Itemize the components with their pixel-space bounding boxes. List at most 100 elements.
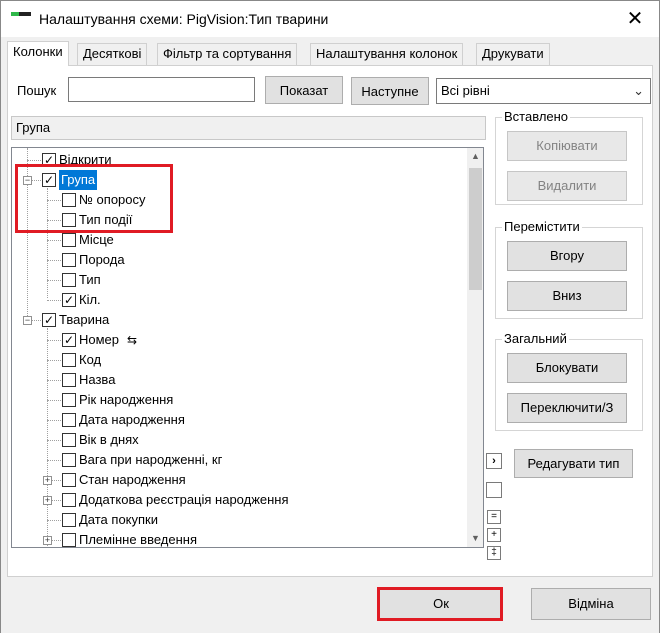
tree-node[interactable]: Назва (12, 370, 462, 390)
option-checkbox[interactable] (486, 482, 502, 498)
tree-checkbox[interactable] (62, 533, 76, 547)
tree-checkbox[interactable] (62, 393, 76, 407)
tree-checkbox[interactable] (62, 473, 76, 487)
equal-button[interactable]: = (487, 510, 501, 524)
dialog-footer: Ок Відміна (1, 579, 659, 633)
tree-node[interactable]: ✓ Номер ⇆ (12, 330, 462, 350)
sort-icon: ⇆ (127, 333, 138, 347)
tree-node[interactable]: Місце (12, 230, 462, 250)
tree-node-label: Додаткова реєстрація народження (79, 492, 289, 507)
tree-node-label: Тип (79, 272, 101, 287)
tree-node[interactable]: Порода (12, 250, 462, 270)
settings-dialog: Налаштування схеми: PigVision:Тип тварин… (0, 0, 660, 633)
expand-icon[interactable]: + (43, 536, 52, 545)
tree-node[interactable]: Вік в днях (12, 430, 462, 450)
collapse-icon[interactable]: − (23, 316, 32, 325)
tree-node-label: Номер (79, 332, 120, 347)
tree-checkbox[interactable]: ✓ (42, 173, 56, 187)
tree-checkbox[interactable] (62, 513, 76, 527)
copy-button[interactable]: Копіювати (507, 131, 627, 161)
tree-line (47, 420, 61, 421)
tree-checkbox[interactable]: ✓ (42, 313, 56, 327)
tree-node[interactable]: № опоросу (12, 190, 462, 210)
scroll-up-icon[interactable]: ▲ (467, 148, 483, 165)
close-button[interactable]: ✕ (615, 5, 655, 33)
tree-node-label: Відкрити (59, 152, 112, 167)
tree-checkbox[interactable] (62, 193, 76, 207)
plus-button[interactable]: + (487, 528, 501, 542)
search-input[interactable] (68, 77, 255, 102)
tree-checkbox[interactable] (62, 373, 76, 387)
tree-checkbox[interactable] (62, 413, 76, 427)
double-dagger-button[interactable]: ‡ (487, 546, 501, 560)
tree-checkbox[interactable]: ✓ (62, 293, 76, 307)
tab-decimals[interactable]: Десяткові (77, 43, 148, 65)
expand-icon[interactable]: + (43, 476, 52, 485)
tree-node[interactable]: Дата народження (12, 410, 462, 430)
tree-node[interactable]: Код (12, 350, 462, 370)
app-icon (11, 12, 31, 26)
tree-checkbox[interactable]: ✓ (42, 153, 56, 167)
tree-node[interactable]: + Племінне введення (12, 530, 462, 547)
tree-node-label: Назва (79, 372, 116, 387)
tree-checkbox[interactable] (62, 353, 76, 367)
show-button[interactable]: Показат (265, 76, 343, 104)
tree-checkbox[interactable] (62, 233, 76, 247)
tree-node[interactable]: − ✓ Група (12, 170, 462, 190)
edit-type-button[interactable]: Редагувати тип (514, 449, 633, 478)
tree-node[interactable]: + Додаткова реєстрація народження (12, 490, 462, 510)
tree-node-label: Дата народження (79, 412, 185, 427)
delete-button[interactable]: Видалити (507, 171, 627, 201)
tree-node[interactable]: + Стан народження (12, 470, 462, 490)
tree-line (47, 220, 61, 221)
tree-line (47, 380, 61, 381)
expand-icon[interactable]: + (43, 496, 52, 505)
tree-node[interactable]: Рік народження (12, 390, 462, 410)
block-button[interactable]: Блокувати (507, 353, 627, 383)
move-up-button[interactable]: Вгору (507, 241, 627, 271)
tree-checkbox[interactable]: ✓ (62, 333, 76, 347)
tree-checkbox[interactable] (62, 453, 76, 467)
tree-checkbox[interactable] (62, 493, 76, 507)
tree-checkbox[interactable] (62, 273, 76, 287)
tree-node-label: Вік в днях (79, 432, 139, 447)
tab-print[interactable]: Друкувати (476, 43, 550, 65)
expand-arrow-button[interactable]: › (486, 453, 502, 469)
tree-checkbox[interactable] (62, 433, 76, 447)
tree-node[interactable]: ✓ Кіл. (12, 290, 462, 310)
scroll-down-icon[interactable]: ▼ (467, 530, 483, 547)
tree-node-label: Вага при народженні, кг (79, 452, 223, 467)
tab-columns[interactable]: Колонки (7, 41, 69, 66)
tree-checkbox[interactable] (62, 253, 76, 267)
tree-checkbox[interactable] (62, 213, 76, 227)
tab-filter-sort[interactable]: Фільтр та сортування (157, 43, 298, 65)
next-button[interactable]: Наступне (351, 77, 429, 105)
toggle-button[interactable]: Переключити/З (507, 393, 627, 423)
tree-line (47, 300, 61, 301)
tab-column-settings[interactable]: Налаштування колонок (310, 43, 464, 65)
tree-line (27, 160, 41, 161)
collapse-icon[interactable]: − (23, 176, 32, 185)
scroll-thumb[interactable] (469, 168, 482, 290)
tree-node-label: Дата покупки (79, 512, 158, 527)
move-down-button[interactable]: Вниз (507, 281, 627, 311)
tree-node[interactable]: − ✓ Тварина (12, 310, 462, 330)
tree-node[interactable]: ✓ Відкрити (12, 150, 462, 170)
tree-node[interactable]: Тип (12, 270, 462, 290)
tree-line (47, 360, 61, 361)
tree-scrollbar[interactable]: ▲ ▼ (467, 148, 483, 547)
tree-node[interactable]: Тип події (12, 210, 462, 230)
tree-node-label: № опоросу (79, 192, 146, 207)
tree-line (47, 340, 61, 341)
tree-line (47, 460, 61, 461)
tree-node[interactable]: Дата покупки (12, 510, 462, 530)
tree-node-label: Стан народження (79, 472, 186, 487)
tree-line (47, 400, 61, 401)
column-tree[interactable]: ✓ Відкрити − ✓ Група № опоросу Тип події Місце П… (11, 147, 484, 548)
level-select[interactable]: Всі рівні ⌄ (436, 78, 651, 104)
ok-button[interactable]: Ок (379, 588, 503, 620)
cancel-button[interactable]: Відміна (531, 588, 651, 620)
tree-node-label: Місце (79, 232, 114, 247)
tree-node-label: Тварина (59, 312, 110, 327)
tree-node[interactable]: Вага при народженні, кг (12, 450, 462, 470)
